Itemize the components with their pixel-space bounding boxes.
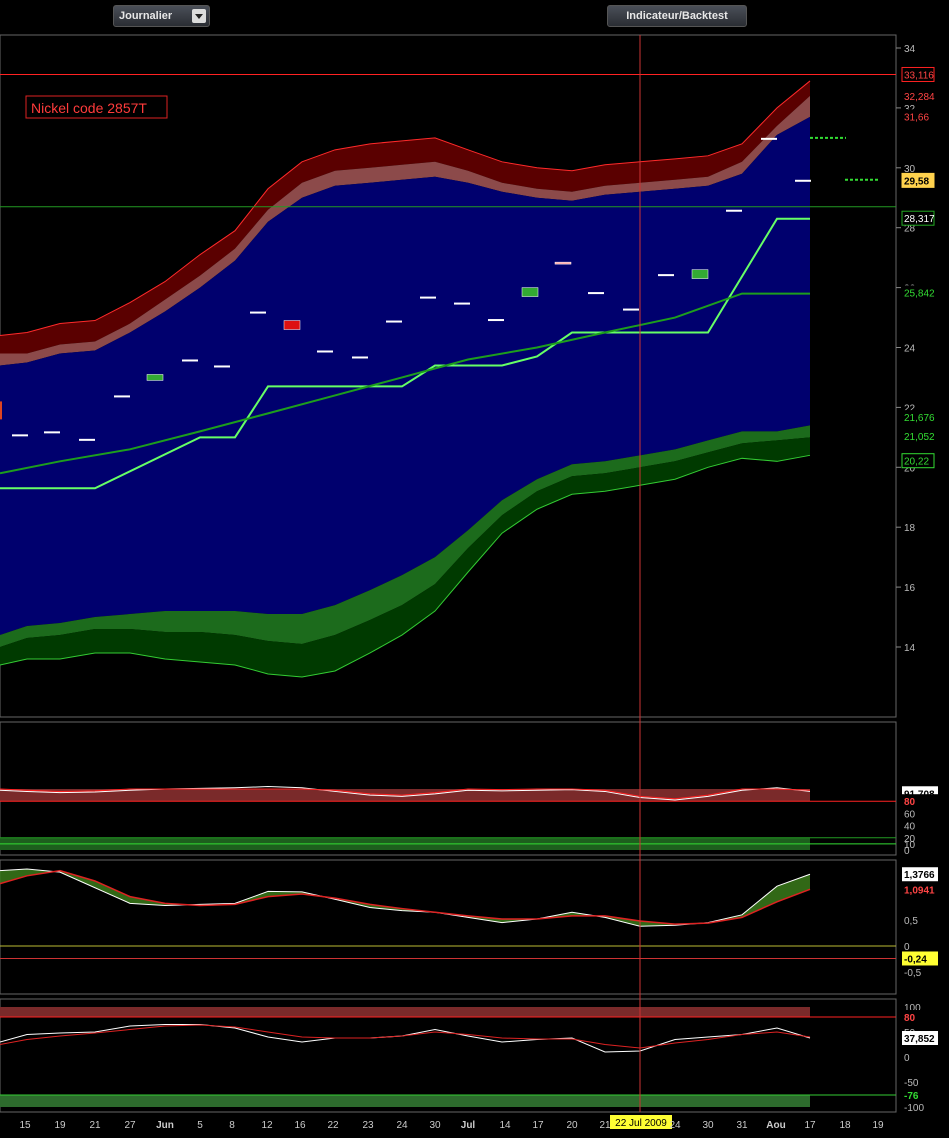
y-tick-label: 0,5 [904, 916, 918, 927]
y-tick-label: -100 [904, 1103, 924, 1114]
chart-annotation: Nickel code 2857T [31, 100, 147, 116]
candle [182, 359, 198, 362]
x-tick-label: 15 [19, 1120, 31, 1131]
x-tick-label: 30 [702, 1120, 714, 1131]
y-tick-label: 0 [904, 942, 910, 953]
x-tick-label: 16 [294, 1120, 306, 1131]
osc-label: 37,852 [904, 1034, 935, 1045]
price-label: 33,116 [904, 70, 934, 81]
x-tick-label: 24 [669, 1120, 681, 1131]
candle [317, 350, 333, 353]
y-tick-label: 18 [904, 523, 916, 534]
indicator-backtest-label: Indicateur/Backtest [626, 10, 728, 22]
x-tick-label: 21 [599, 1120, 611, 1131]
oscillator-panel-2 [0, 859, 897, 995]
x-tick-label: 14 [499, 1120, 511, 1131]
x-tick-label: 23 [362, 1120, 374, 1131]
osc-label: -0,24 [904, 954, 927, 965]
candle [521, 287, 539, 297]
x-tick-label: 31 [736, 1120, 748, 1131]
candle [761, 137, 777, 140]
candle [623, 308, 639, 311]
candle [352, 356, 368, 359]
price-label: 31,66 [904, 112, 929, 123]
x-tick-label: 21 [89, 1120, 101, 1131]
osc-label: -76 [904, 1091, 919, 1102]
y-tick-label: 34 [904, 44, 916, 55]
price-label: 28,317 [904, 214, 935, 225]
overbought-zone [0, 1007, 810, 1017]
osc-label: 1,3766 [904, 870, 935, 881]
x-tick-label: 22 [327, 1120, 339, 1131]
osc-label: 80 [904, 1013, 916, 1024]
x-tick-label: 5 [197, 1120, 203, 1131]
candle [795, 179, 811, 182]
x-tick-label: 19 [54, 1120, 66, 1131]
y-tick-label: 24 [904, 344, 916, 355]
period-select[interactable]: Journalier [113, 5, 210, 27]
price-label: 29,58 [904, 176, 929, 187]
oversold-zone [0, 1095, 810, 1107]
x-tick-label: 27 [124, 1120, 136, 1131]
y-tick-label: -50 [904, 1078, 919, 1089]
candle [726, 209, 742, 212]
toolbar: Journalier Indicateur/Backtest [0, 0, 949, 34]
candle [146, 374, 164, 381]
y-tick-label: 60 [904, 809, 916, 820]
x-tick-label: Jun [156, 1120, 174, 1131]
y-tick-label: -0,5 [904, 968, 922, 979]
x-tick-label: 17 [532, 1120, 544, 1131]
indicator-backtest-button[interactable]: Indicateur/Backtest [607, 5, 747, 27]
candle [691, 269, 709, 279]
y-tick-label: 0 [904, 1053, 910, 1064]
candle [283, 320, 301, 330]
candle [44, 431, 60, 434]
x-tick-label: 17 [804, 1120, 816, 1131]
x-tick-label: Jul [461, 1120, 476, 1131]
date-marker: 22 Jul 2009 [615, 1118, 667, 1129]
chart-area[interactable]: Nickel code 2857T 22 Jul 2009 3432302826… [0, 34, 949, 1138]
candle [214, 365, 230, 368]
y-tick-label: 14 [904, 643, 916, 654]
candle [12, 434, 28, 437]
x-tick-label: 18 [839, 1120, 851, 1131]
candle [250, 311, 266, 314]
period-select-label: Journalier [119, 10, 173, 22]
price-label: 25,842 [904, 288, 935, 299]
candle [79, 438, 95, 441]
x-tick-label: 8 [229, 1120, 235, 1131]
candle [420, 296, 436, 299]
candle [454, 302, 470, 305]
candle [386, 320, 402, 323]
osc-label: 80 [904, 797, 916, 808]
candle [0, 401, 2, 420]
price-label: 21,676 [904, 413, 935, 424]
candle [114, 395, 130, 398]
osc-label: 1,0941 [904, 885, 935, 896]
candle [658, 274, 674, 277]
candle [554, 261, 572, 265]
chevron-down-icon[interactable] [192, 9, 206, 23]
candle [488, 319, 504, 322]
price-label: 21,052 [904, 432, 935, 443]
x-tick-label: 12 [261, 1120, 273, 1131]
x-tick-label: 20 [566, 1120, 578, 1131]
x-tick-label: 19 [872, 1120, 884, 1131]
y-tick-label: 40 [904, 822, 916, 833]
y-tick-label: 0 [904, 846, 910, 857]
price-label: 32,284 [904, 92, 935, 103]
x-tick-label: 24 [396, 1120, 408, 1131]
candle [588, 292, 604, 295]
y-tick-label: 16 [904, 583, 916, 594]
x-tick-label: 30 [429, 1120, 441, 1131]
price-label: 20,22 [904, 457, 929, 468]
x-tick-label: Aou [766, 1120, 785, 1131]
